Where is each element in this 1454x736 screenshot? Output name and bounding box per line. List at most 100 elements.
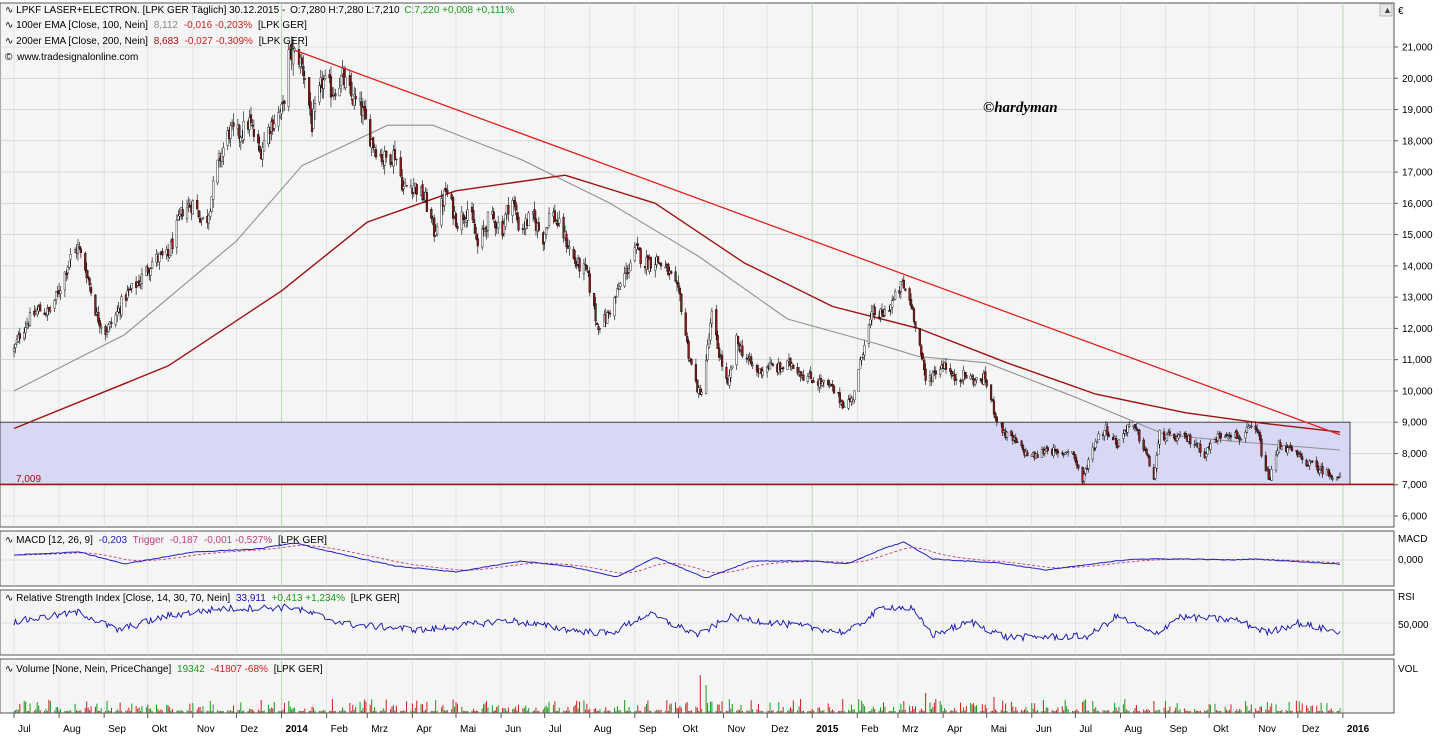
candle (1026, 452, 1029, 456)
candle (466, 209, 469, 221)
candle (1267, 469, 1270, 480)
candle (1087, 459, 1090, 469)
candle (251, 125, 254, 127)
candle (1142, 439, 1145, 451)
candle (100, 327, 103, 329)
candle (149, 268, 152, 276)
x-tick-label: Jul (18, 724, 31, 735)
candle (1083, 473, 1086, 482)
ohlc-values: O:7,280 H:7,280 L:7,210 (290, 5, 400, 16)
candle (656, 256, 660, 263)
candle (1154, 467, 1157, 479)
watermark: ©hardyman (983, 100, 1058, 116)
candle (1016, 441, 1019, 443)
candle (891, 300, 894, 308)
candle (918, 327, 921, 346)
rsi-value: 33,911 (236, 593, 266, 604)
candle (28, 312, 32, 326)
candle (843, 406, 846, 408)
candle (799, 371, 802, 377)
candle (78, 246, 81, 249)
candle (888, 310, 891, 312)
x-tick-label: Dez (771, 724, 789, 735)
wave-icon: ∿ (5, 535, 13, 546)
candle (329, 76, 333, 98)
candle (747, 359, 750, 361)
candle (860, 357, 863, 361)
candle (49, 310, 52, 312)
candle (565, 233, 568, 248)
candle (309, 101, 312, 116)
candle (1056, 450, 1060, 454)
x-tick-label: Nov (1258, 724, 1276, 735)
candle (258, 145, 261, 152)
candle (992, 400, 996, 415)
candle (546, 227, 549, 229)
source-link[interactable]: www.tradesignalonline.com (16, 52, 138, 63)
rsi-axis-title: RSI (1398, 592, 1415, 603)
candle (1146, 454, 1150, 457)
y-tick-label: 18,000 (1402, 136, 1433, 147)
candle (126, 290, 129, 299)
candle (659, 263, 663, 267)
candle (909, 299, 913, 307)
candle (527, 212, 530, 226)
candle (973, 380, 977, 386)
candle (404, 182, 407, 185)
y-tick-label: 21,000 (1402, 43, 1433, 54)
volume-panel[interactable] (0, 658, 1395, 714)
candle (715, 309, 718, 336)
macd-value: -0,203 (99, 535, 128, 546)
candle (1209, 443, 1212, 450)
candle (609, 313, 612, 315)
candle (273, 123, 276, 129)
candle (678, 287, 682, 295)
candle (69, 254, 72, 260)
candle (197, 210, 200, 218)
candle (893, 291, 897, 300)
rsi-legend: ∿ Relative Strength Index [Close, 14, 30… (5, 593, 400, 604)
wave-icon: ∿ (5, 5, 13, 16)
candle (1260, 438, 1263, 457)
candle (1165, 434, 1169, 441)
x-tick-label: Mai (991, 724, 1007, 735)
candle (24, 327, 27, 334)
candle (385, 150, 388, 158)
candle (709, 322, 712, 341)
candle (822, 379, 825, 383)
candle (558, 218, 561, 224)
macd-legend: ∿ MACD [12, 26, 9] -0,203 Trigger -0,187… (5, 535, 327, 546)
source-row[interactable]: © www.tradesignalonline.com (5, 52, 138, 63)
y-tick-label: 7,000 (1402, 480, 1427, 491)
candle (473, 223, 477, 234)
candle (110, 322, 113, 324)
rsi-suffix: [LPK GER] (351, 593, 400, 604)
candle (939, 369, 942, 375)
candle (1093, 448, 1096, 450)
candle (300, 57, 303, 65)
macd-trigger-label: Trigger (133, 535, 165, 546)
candle (161, 250, 164, 256)
candle (1229, 435, 1233, 438)
candle (838, 392, 841, 404)
candle (965, 375, 968, 379)
candle (1133, 424, 1137, 428)
candle (1216, 433, 1219, 442)
candle (1337, 477, 1340, 479)
copyright-icon: © (5, 52, 13, 63)
candle (802, 374, 805, 381)
x-axis: Jul Aug Sep Okt Nov Dez 2014 Feb Mrz Apr Mai Jun Jul… (0, 712, 1394, 735)
candle (674, 271, 677, 282)
candle (595, 322, 599, 325)
candle (741, 345, 744, 357)
candle (399, 157, 402, 177)
candle (745, 357, 748, 360)
candle (720, 354, 724, 367)
candle (1074, 454, 1077, 462)
candle (584, 264, 587, 266)
candle (120, 296, 123, 316)
x-tick-label: 2015 (816, 724, 839, 735)
ema200-row: ∿ 200er EMA [Close, 200, Nein] 8,683 -0,… (5, 36, 308, 47)
candle (831, 384, 834, 387)
candle (181, 209, 184, 217)
